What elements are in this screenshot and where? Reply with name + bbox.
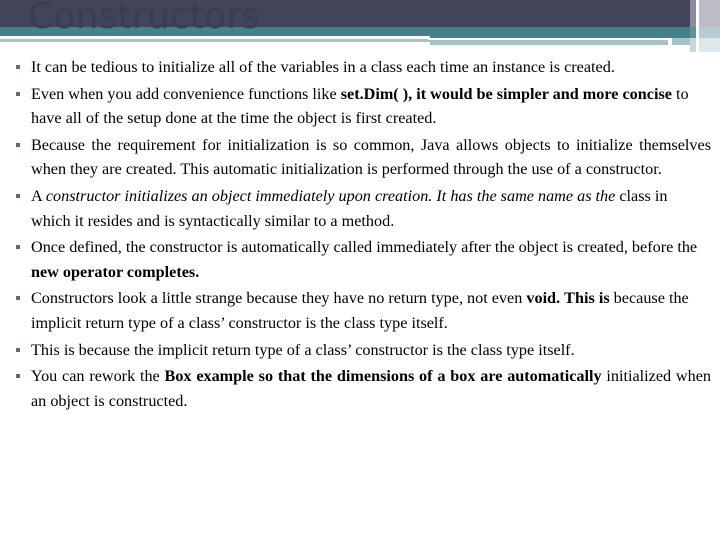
bullet-text-run: Even when you add convenience functions …	[31, 84, 341, 103]
bullet-item: This is because the implicit return type…	[0, 338, 720, 363]
header-vertical-stripe-pale-2	[699, 38, 720, 52]
bullet-text-run: set.Dim( ), it would be simpler and more…	[340, 84, 672, 103]
header-slice-d	[0, 45, 582, 52]
bullet-item: Once defined, the constructor is automat…	[0, 235, 720, 284]
bullet-item: Even when you add convenience functions …	[0, 82, 720, 131]
bullet-text-run: This is because the implicit return type…	[31, 340, 575, 359]
header-slice-c	[428, 38, 670, 40]
bullet-item: It can be tedious to initialize all of t…	[0, 55, 720, 80]
bullet-text-run: A	[31, 186, 46, 205]
slide-body: It can be tedious to initialize all of t…	[0, 55, 720, 415]
bullet-text-run: This is	[564, 289, 610, 308]
bullet-text-run: Because the requirement for initializati…	[31, 135, 711, 179]
bullet-text-run: Box example so that the dimensions of a …	[164, 367, 602, 386]
header-vertical-stripe-teal-1	[690, 27, 696, 38]
slide-title: Constructors	[28, 0, 261, 37]
header-vertical-stripe-pale-1	[690, 38, 696, 52]
bullet-text-run: new operator completes.	[31, 262, 200, 281]
header-vertical-stripe-teal-2	[699, 27, 720, 38]
bullet-item: You can rework the Box example so that t…	[0, 364, 720, 413]
bullet-text-run: void.	[526, 289, 561, 308]
bullet-text-run: Constructors look a little strange becau…	[31, 289, 527, 308]
bullet-item: Constructors look a little strange becau…	[0, 286, 720, 335]
header-slice-f	[668, 38, 672, 52]
bullet-text-run: Once defined, the constructor is automat…	[31, 238, 698, 257]
bullet-list: It can be tedious to initialize all of t…	[0, 55, 720, 413]
bullet-text-run: It can be tedious to initialize all of t…	[31, 58, 615, 76]
bullet-text-run: You can rework the	[31, 367, 165, 386]
bullet-item: Because the requirement for initializati…	[0, 133, 720, 182]
bullet-item: A constructor initializes an object imme…	[0, 184, 720, 233]
bullet-text-run: constructor initializes an object immedi…	[45, 186, 616, 205]
